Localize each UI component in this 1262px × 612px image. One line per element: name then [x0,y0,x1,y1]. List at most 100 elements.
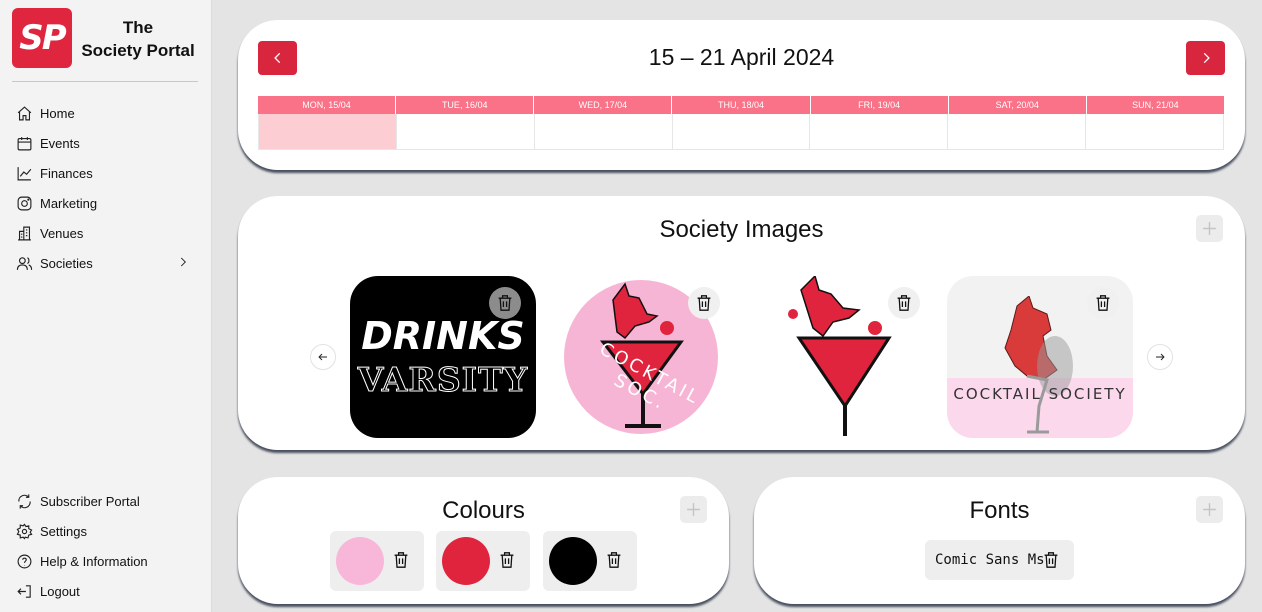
brand-name: The Society Portal [78,16,198,62]
society-image-cocktail-soc-circle[interactable]: COCKTAIL SOC. [563,276,749,438]
font-item: Comic Sans Ms [925,540,1074,580]
delete-image-button[interactable] [489,287,521,319]
delete-colour-button[interactable] [393,551,409,574]
add-colour-button[interactable] [680,496,707,523]
sidebar-item-societies[interactable]: Societies [16,248,196,278]
day-header: SAT, 20/04 [949,96,1087,114]
society-images-card: Society Images DRINKS VARSITY COCKTAIL S… [238,196,1245,450]
trash-icon [500,552,514,568]
chevron-right-icon[interactable] [176,255,190,272]
logo[interactable]: SP [12,8,72,68]
sidebar-item-marketing[interactable]: Marketing [16,188,196,218]
arrow-right-icon [1156,353,1165,361]
colour-item [330,531,424,591]
trash-icon [607,552,621,568]
day-cell[interactable] [1086,114,1225,149]
colour-swatch[interactable] [336,537,384,585]
sidebar-item-label: Marketing [40,195,98,211]
delete-image-button[interactable] [888,287,920,319]
delete-colour-button[interactable] [499,551,515,574]
brand-line-1: The [122,18,154,37]
sidebar-item-events[interactable]: Events [16,128,196,158]
carousel-prev-button[interactable] [310,344,336,370]
trash-icon [498,295,512,311]
day-cell[interactable] [535,114,673,149]
sidebar-item-settings[interactable]: Settings [16,516,196,546]
society-image-cocktail-glass-fox[interactable] [771,276,957,438]
day-header: SUN, 21/04 [1132,100,1179,110]
week-grid: MON, 15/04 TUE, 16/04 WED, 17/04 THU, 18… [258,96,1225,150]
add-image-button[interactable] [1196,215,1223,242]
colour-swatch[interactable] [442,537,490,585]
trash-icon [897,295,911,311]
society-image-cocktail-society-banner[interactable]: COCKTAIL SOCIETY [947,276,1133,438]
refresh-icon [18,493,31,509]
week-body-row [258,114,1225,150]
chart-icon [17,166,32,180]
trash-icon [697,295,711,311]
font-name: Comic Sans Ms [935,552,1045,568]
help-icon [17,554,32,568]
sidebar-item-label: Logout [40,583,80,599]
logo-text: SP [19,18,66,58]
colour-item [436,531,530,591]
day-cell[interactable] [810,114,949,149]
sidebar-item-finances[interactable]: Finances [16,158,196,188]
day-cell[interactable] [948,114,1087,149]
day-cell[interactable] [673,114,811,149]
sidebar-item-label: Finances [40,165,93,181]
colour-item [543,531,637,591]
delete-colour-button[interactable] [606,551,622,574]
sidebar-item-label: Subscriber Portal [40,493,140,509]
day-cell-today[interactable] [259,114,397,149]
sidebar: SP The Society Portal Home Events Financ… [0,0,212,612]
drinks-varsity-line-2: VARSITY [357,360,529,400]
building-icon [18,226,31,240]
drinks-varsity-line-1: DRINKS [361,314,525,358]
week-title: 15 – 21 April 2024 [648,44,835,70]
cocktail-society-label: COCKTAIL SOCIETY [953,385,1127,403]
delete-image-button[interactable] [1087,287,1119,319]
instagram-icon [17,196,32,210]
main-nav: Home Events Finances Marketing Venues So… [16,98,196,278]
plus-icon [687,503,700,516]
sidebar-divider [12,81,198,82]
calendar-icon [17,136,32,150]
delete-image-button[interactable] [688,287,720,319]
add-font-button[interactable] [1196,496,1223,523]
trash-icon [394,552,408,568]
sidebar-item-label: Events [40,135,80,151]
brand-line-2: Society Portal [81,41,195,60]
society-images-title: Society Images [659,216,824,243]
delete-font-button[interactable] [1043,551,1059,573]
colour-swatch[interactable] [549,537,597,585]
trash-icon [1044,552,1058,568]
sidebar-item-label: Home [40,105,75,121]
plus-icon [1203,503,1216,516]
colours-card: Colours [238,477,729,604]
users-icon [16,256,33,270]
next-week-button[interactable] [1186,41,1225,75]
home-icon [17,105,32,120]
plus-icon [1203,222,1216,235]
sidebar-item-label: Societies [40,255,93,271]
fonts-card: Fonts Comic Sans Ms [754,477,1245,604]
day-header: THU, 18/04 [672,96,811,114]
day-header: WED, 17/04 [534,96,673,114]
carousel-next-button[interactable] [1147,344,1173,370]
week-header-row: MON, 15/04 TUE, 16/04 WED, 17/04 THU, 18… [258,96,1224,114]
gear-icon [16,523,33,540]
sidebar-item-home[interactable]: Home [16,98,196,128]
sidebar-item-label: Help & Information [40,553,148,569]
day-header: TUE, 16/04 [396,96,535,114]
sidebar-item-help[interactable]: Help & Information [16,546,196,576]
sidebar-item-venues[interactable]: Venues [16,218,196,248]
day-cell[interactable] [397,114,535,149]
sidebar-item-subscriber-portal[interactable]: Subscriber Portal [16,486,196,516]
logout-icon [17,584,31,598]
sidebar-item-logout[interactable]: Logout [16,576,196,606]
colours-title: Colours [442,497,525,524]
society-image-drinks-varsity[interactable]: DRINKS VARSITY [350,276,536,438]
secondary-nav: Subscriber Portal Settings Help & Inform… [16,486,196,606]
arrow-left-icon [318,353,327,361]
